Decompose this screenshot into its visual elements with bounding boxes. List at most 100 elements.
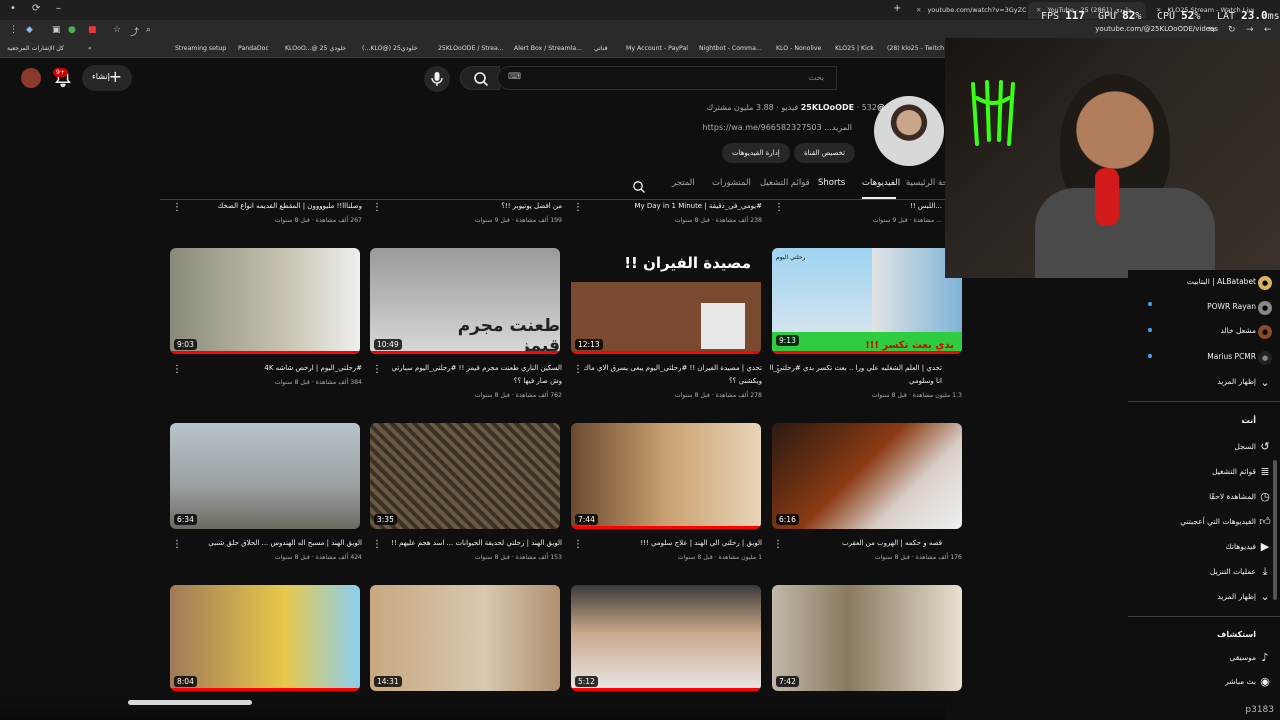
bookmark-item[interactable]: Streaming setup (175, 45, 226, 52)
bookmark-item[interactable]: 25KLOoODE / Strea... (438, 45, 504, 52)
video-thumbnail[interactable]: 14:31 (370, 585, 560, 691)
video-thumbnail[interactable]: 8:04 (170, 585, 360, 691)
voice-search-button[interactable] (424, 66, 450, 92)
zoom-icon[interactable]: ⌕ (146, 25, 151, 35)
video-title[interactable]: السكين الناري طعنت مجرم قيمز !! #رحلتي_ا… (384, 364, 562, 372)
all-bookmarks[interactable]: كل الإشارات المرجعية (7, 45, 64, 52)
create-button[interactable]: إنشاء + (82, 65, 132, 91)
more-actions-icon[interactable]: ⋮ (773, 363, 783, 377)
sidebar-subscription[interactable]: مشعل خالد (1220, 326, 1256, 335)
video-title[interactable]: قصه و حكمه | الهروب من العقرب (770, 539, 942, 547)
search-button[interactable] (460, 66, 500, 90)
bookmark-star-icon[interactable]: ☆ (113, 25, 121, 35)
show-more-button[interactable]: إظهار المزيد (1217, 377, 1256, 386)
more-link[interactable]: ...المزيد (824, 123, 852, 132)
sidebar-subscription[interactable]: POWR Rayan (1207, 302, 1256, 311)
more-actions-icon[interactable]: ⋮ (372, 363, 382, 377)
video-title[interactable]: الوبق | رحلتي الى الهند | علاج سلومي !!! (584, 539, 762, 547)
tab-search-icon[interactable]: ⟳ (32, 3, 40, 14)
video-title[interactable]: #رحلتي_اليوم | ارخص شاشه 4K (184, 364, 362, 372)
sidebar-subscription[interactable]: ALBatabet | البتابيت (1187, 277, 1256, 286)
video-title[interactable]: الوبق الهند | مسبح اله الهندوس ... الحلا… (184, 539, 362, 547)
account-avatar[interactable] (21, 68, 41, 88)
browser-tab-1[interactable]: ✕ youtube.com/watch?v=3GyZO... (908, 2, 1026, 19)
show-more-button[interactable]: إظهار المزيد (1217, 592, 1256, 601)
keyboard-icon[interactable]: ⌨ (508, 72, 521, 82)
back-icon[interactable]: → (1246, 25, 1254, 35)
tab-playlists[interactable]: قوائم التشغيل (760, 178, 810, 196)
sidebar-item-music[interactable]: موسيقى (1230, 653, 1256, 662)
video-thumbnail[interactable]: 5:12 (571, 585, 761, 691)
chevron-icon[interactable]: « (88, 45, 92, 52)
sidebar-item-downloads[interactable]: عمليات التنزيل (1210, 567, 1256, 576)
extension-icon[interactable]: ▣ (52, 25, 61, 35)
search-input[interactable]: بحث ⌨ (497, 66, 837, 90)
extension-icon[interactable]: ◆ (26, 25, 33, 35)
new-tab-icon[interactable]: + (893, 3, 901, 14)
more-actions-icon[interactable]: ⋮ (372, 538, 382, 552)
bookmark-item[interactable]: KLO25 | Kick (835, 45, 874, 52)
bookmark-item[interactable]: KLOoO...@ 25 خلودي (285, 45, 346, 52)
bookmark-item[interactable]: KLO - Nonolive (776, 45, 821, 52)
sidebar-item-history[interactable]: السجل (1234, 442, 1256, 451)
video-title[interactable]: #يومي_في_دقيقة | My Day in 1 Minute (584, 202, 762, 210)
tab-store[interactable]: المتجر (672, 178, 695, 196)
channel-search-icon[interactable] (632, 179, 646, 198)
tab-videos[interactable]: الفيديوهات (862, 178, 900, 196)
video-title-line2[interactable]: وش صار فيها ؟؟ (384, 377, 562, 385)
video-title-line2[interactable]: ويكشني ؟؟ (584, 377, 762, 385)
more-icon[interactable]: ⋮ (9, 25, 18, 35)
window-menu-icon[interactable]: • (10, 3, 16, 14)
bookmark-item[interactable]: Nightbot - Comma... (699, 45, 762, 52)
video-thumbnail[interactable]: 7:42 (772, 585, 962, 691)
channel-link[interactable]: https://wa.me/966582327503 ...المزيد (703, 123, 852, 132)
sidebar-subscription[interactable]: Marius PCMR (1207, 352, 1256, 361)
video-thumbnail[interactable]: 6:16 (772, 423, 962, 529)
sliders-icon[interactable]: ⇋ (1208, 25, 1216, 35)
video-title[interactable]: تحدي | العلم الشغليه علي ورا .. بعث تكسر… (770, 364, 942, 372)
tab-posts[interactable]: المنشورات (712, 178, 751, 196)
sidebar-scrollbar[interactable] (1273, 460, 1277, 600)
bookmark-item[interactable]: Alert Box / Streamla... (514, 45, 582, 52)
video-thumbnail[interactable]: 3:35 (370, 423, 560, 529)
customize-channel-button[interactable]: تخصيص القناة (794, 143, 855, 163)
bookmark-item[interactable]: قناتي (594, 45, 608, 52)
more-actions-icon[interactable]: ⋮ (172, 201, 182, 215)
video-thumbnail[interactable]: 6:34 (170, 423, 360, 529)
more-actions-icon[interactable]: ⋮ (773, 538, 783, 552)
url-text[interactable]: youtube.com/@25KLOoODE/videos (1095, 25, 1218, 33)
sidebar-item-live[interactable]: بث مباشر (1225, 677, 1256, 686)
bookmark-item[interactable]: PandaDoc (238, 45, 269, 52)
more-actions-icon[interactable]: ⋮ (774, 201, 784, 215)
sidebar-item-playlists[interactable]: قوائم التشغيل (1212, 467, 1256, 476)
more-actions-icon[interactable]: ⋮ (573, 201, 583, 215)
bookmark-item[interactable]: (...KLO@) خلودي25 (362, 45, 418, 52)
bookmark-item[interactable]: (28) klo25 - Twitch (887, 45, 944, 52)
video-thumbnail[interactable]: طعنت مجرم قيمز 10:49 (370, 248, 560, 354)
extension-icon[interactable]: ● (68, 25, 76, 35)
close-tab-icon[interactable]: ✕ (916, 6, 921, 14)
more-actions-icon[interactable]: ⋮ (573, 538, 583, 552)
minimize-icon[interactable]: – (56, 3, 61, 14)
video-thumbnail[interactable]: رحلتي اليوم بدي بعث تكسر !!! 9:13 (772, 248, 962, 354)
more-actions-icon[interactable]: ⋮ (372, 201, 382, 215)
sidebar-item-watch-later[interactable]: المشاهدة لاحقًا (1209, 492, 1256, 501)
share-icon[interactable]: ⤴ (130, 25, 139, 38)
more-actions-icon[interactable]: ⋮ (172, 363, 182, 377)
video-title[interactable]: تحدي | مصيدة الفيران !! #رحلتي_اليوم يبغ… (584, 364, 762, 372)
video-title[interactable]: ...اللبس !! (770, 202, 942, 210)
video-title[interactable]: الوبق الهند | رحلتي لحديقة الحيوانات ...… (384, 539, 562, 547)
extension-icon[interactable]: ■ (88, 25, 97, 35)
video-thumbnail[interactable]: 7:44 (571, 423, 761, 529)
reload-icon[interactable]: ↻ (1228, 25, 1236, 35)
forward-icon[interactable]: ← (1264, 25, 1272, 35)
more-actions-icon[interactable]: ⋮ (573, 363, 583, 377)
video-title[interactable]: وصلنااا!! مليوووون | المقطع القديمه انوا… (184, 202, 362, 210)
tab-shorts[interactable]: Shorts (818, 178, 845, 196)
bookmark-item[interactable]: My Account - PayPal (626, 45, 688, 52)
sidebar-item-your-videos[interactable]: فيديوهاتك (1226, 542, 1256, 551)
sidebar-item-liked[interactable]: الفيديوهات التي أعجبتني (1180, 517, 1256, 526)
manage-videos-button[interactable]: إدارة الفيديوهات (722, 143, 790, 163)
video-title-line2[interactable]: انا وسلومي (770, 377, 942, 385)
video-thumbnail[interactable]: مصيدة الفيران !! 12:13 (571, 248, 761, 354)
